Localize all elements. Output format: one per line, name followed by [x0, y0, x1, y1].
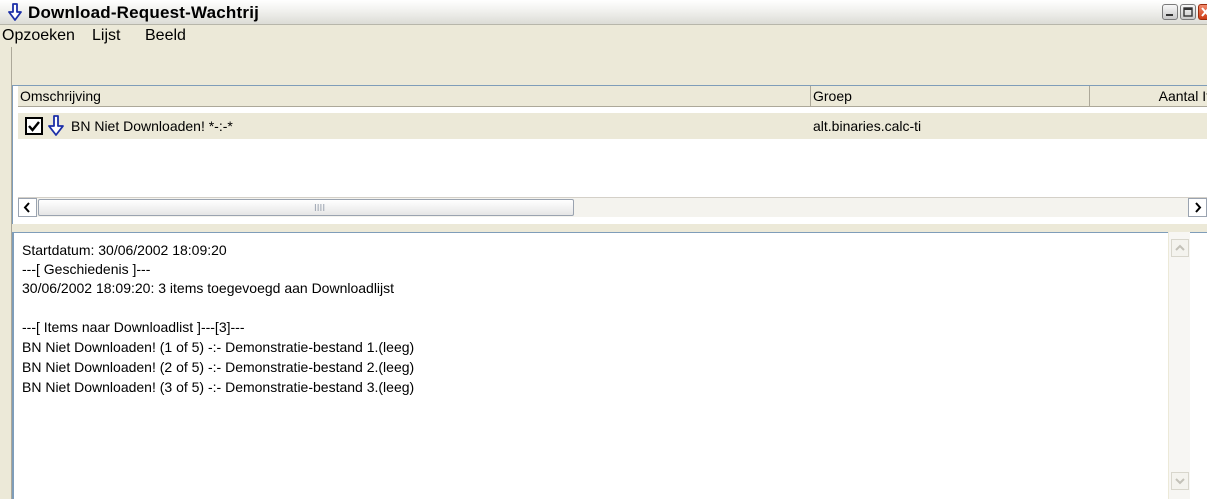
row-group: alt.binaries.calc-ti — [813, 118, 922, 134]
close-button[interactable] — [1198, 4, 1207, 20]
scroll-left-button[interactable] — [18, 198, 37, 217]
log-line: Startdatum: 30/06/2002 18:09:20 — [22, 242, 227, 258]
menu-opzoeken[interactable]: Opzoeken — [2, 27, 75, 45]
log-line: ---[ Items naar Downloadlist ]---[3]--- — [22, 319, 245, 335]
menu-bar: Opzoeken Lijst Beeld — [0, 25, 1207, 47]
log-line: BN Niet Downloaden! (3 of 5) -:- Demonst… — [22, 379, 415, 395]
checkmark-icon — [28, 121, 40, 132]
maximize-icon — [1183, 7, 1193, 17]
list-header: Omschrijving Groep Aantal It — [18, 86, 1207, 107]
chevron-left-icon — [23, 202, 30, 213]
row-description: BN Niet Downloaden! *-:-* — [71, 118, 233, 134]
pane-splitter[interactable] — [12, 224, 1207, 232]
close-icon — [1201, 7, 1207, 17]
menu-beeld[interactable]: Beeld — [145, 27, 186, 45]
column-header-omschrijving[interactable]: Omschrijving — [18, 86, 811, 106]
download-arrow-icon — [48, 115, 64, 136]
menu-lijst[interactable]: Lijst — [92, 27, 120, 45]
log-line: ---[ Geschiedenis ]--- — [22, 261, 151, 277]
minimize-icon — [1166, 14, 1173, 16]
minimize-button[interactable] — [1162, 4, 1178, 20]
maximize-button[interactable] — [1180, 4, 1196, 20]
row-checkbox[interactable] — [25, 117, 43, 135]
log-line: BN Niet Downloaden! (2 of 5) -:- Demonst… — [22, 359, 415, 375]
column-header-groep[interactable]: Groep — [811, 86, 1090, 106]
column-header-aantal[interactable]: Aantal It — [1090, 86, 1207, 106]
chevron-down-icon — [1175, 478, 1185, 485]
scroll-thumb[interactable]: IIII — [38, 199, 574, 216]
scroll-right-button[interactable] — [1188, 198, 1207, 217]
download-arrow-icon — [8, 3, 22, 21]
list-row[interactable]: BN Niet Downloaden! *-:-* alt.binaries.c… — [18, 113, 1207, 139]
window-title: Download-Request-Wachtrij — [28, 3, 260, 22]
left-panel-border — [0, 47, 12, 499]
vertical-scrollbar[interactable] — [1168, 232, 1190, 499]
log-textarea[interactable]: Startdatum: 30/06/2002 18:09:20 ---[ Ges… — [12, 232, 1207, 499]
chevron-up-icon — [1175, 244, 1185, 251]
horizontal-scrollbar[interactable]: IIII — [18, 197, 1207, 217]
application-window: Download-Request-Wachtrij Opzoeken Lijst… — [0, 0, 1207, 499]
title-bar[interactable]: Download-Request-Wachtrij — [0, 0, 1207, 25]
scroll-up-button[interactable] — [1171, 239, 1189, 257]
log-line: 30/06/2002 18:09:20: 3 items toegevoegd … — [22, 280, 395, 296]
chevron-right-icon — [1195, 202, 1202, 213]
scroll-grip: IIII — [314, 203, 326, 214]
log-line: BN Niet Downloaden! (1 of 5) -:- Demonst… — [22, 339, 415, 355]
scroll-down-button[interactable] — [1171, 472, 1189, 490]
